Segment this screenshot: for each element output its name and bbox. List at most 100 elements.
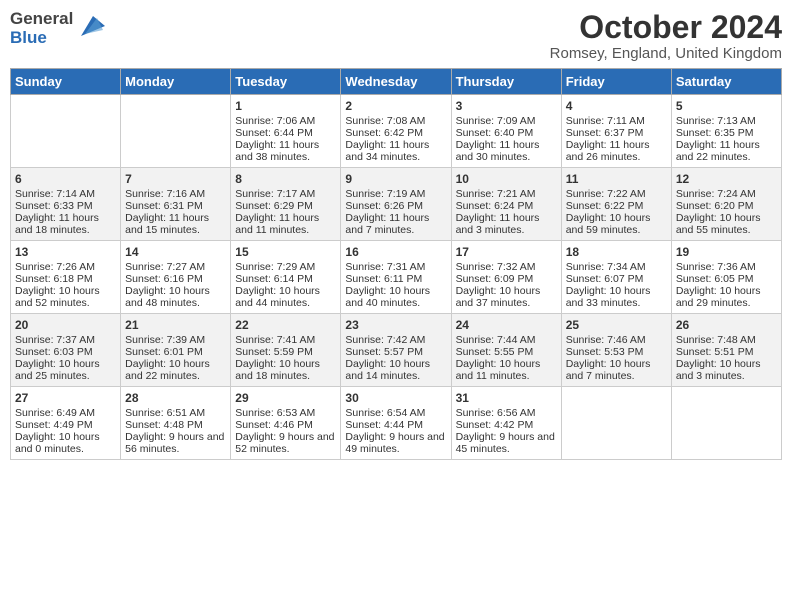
calendar-cell: 28Sunrise: 6:51 AMSunset: 4:48 PMDayligh… bbox=[121, 387, 231, 460]
sunset-text: Sunset: 6:31 PM bbox=[125, 200, 226, 212]
sunrise-text: Sunrise: 7:09 AM bbox=[456, 115, 557, 127]
title-block: October 2024 Romsey, England, United Kin… bbox=[550, 10, 782, 62]
sunrise-text: Sunrise: 7:32 AM bbox=[456, 261, 557, 273]
sunrise-text: Sunrise: 7:24 AM bbox=[676, 188, 777, 200]
sunrise-text: Sunrise: 7:14 AM bbox=[15, 188, 116, 200]
calendar-cell: 5Sunrise: 7:13 AMSunset: 6:35 PMDaylight… bbox=[671, 95, 781, 168]
calendar-cell bbox=[561, 387, 671, 460]
daylight-text: Daylight: 10 hours and 7 minutes. bbox=[566, 358, 667, 382]
col-wednesday: Wednesday bbox=[341, 69, 451, 95]
daylight-text: Daylight: 11 hours and 26 minutes. bbox=[566, 139, 667, 163]
day-number: 23 bbox=[345, 318, 446, 332]
sunrise-text: Sunrise: 7:36 AM bbox=[676, 261, 777, 273]
daylight-text: Daylight: 11 hours and 30 minutes. bbox=[456, 139, 557, 163]
col-monday: Monday bbox=[121, 69, 231, 95]
calendar-cell: 7 Sunrise: 7:16 AMSunset: 6:31 PMDaylight… bbox=[121, 168, 231, 241]
daylight-text: Daylight: 9 hours and 56 minutes. bbox=[125, 431, 226, 455]
day-number: 17 bbox=[456, 245, 557, 259]
calendar-cell: 10Sunrise: 7:21 AMSunset: 6:24 PMDayligh… bbox=[451, 168, 561, 241]
sunset-text: Sunset: 6:11 PM bbox=[345, 273, 446, 285]
sunrise-text: Sunrise: 7:42 AM bbox=[345, 334, 446, 346]
daylight-text: Daylight: 10 hours and 52 minutes. bbox=[15, 285, 116, 309]
daylight-text: Daylight: 11 hours and 7 minutes. bbox=[345, 212, 446, 236]
sunset-text: Sunset: 6:20 PM bbox=[676, 200, 777, 212]
sunset-text: Sunset: 6:16 PM bbox=[125, 273, 226, 285]
daylight-text: Daylight: 10 hours and 59 minutes. bbox=[566, 212, 667, 236]
calendar-cell: 18 Sunrise: 7:34 AMSunset: 6:07 PMDayligh… bbox=[561, 241, 671, 314]
calendar-cell: 23Sunrise: 7:42 AMSunset: 5:57 PMDayligh… bbox=[341, 314, 451, 387]
calendar-cell bbox=[121, 95, 231, 168]
daylight-text: Daylight: 10 hours and 37 minutes. bbox=[456, 285, 557, 309]
col-saturday: Saturday bbox=[671, 69, 781, 95]
daylight-text: Daylight: 9 hours and 52 minutes. bbox=[235, 431, 336, 455]
logo-general: General bbox=[10, 10, 73, 29]
daylight-text: Daylight: 10 hours and 55 minutes. bbox=[676, 212, 777, 236]
calendar-cell: 11Sunrise: 7:22 AMSunset: 6:22 PMDayligh… bbox=[561, 168, 671, 241]
calendar-cell: 16Sunrise: 7:31 AMSunset: 6:11 PMDayligh… bbox=[341, 241, 451, 314]
sunset-text: Sunset: 6:29 PM bbox=[235, 200, 336, 212]
sunrise-text: Sunrise: 7:21 AM bbox=[456, 188, 557, 200]
calendar-cell: 24Sunrise: 7:44 AMSunset: 5:55 PMDayligh… bbox=[451, 314, 561, 387]
col-thursday: Thursday bbox=[451, 69, 561, 95]
sunset-text: Sunset: 6:22 PM bbox=[566, 200, 667, 212]
calendar-cell: 3Sunrise: 7:09 AMSunset: 6:40 PMDaylight… bbox=[451, 95, 561, 168]
sunrise-text: Sunrise: 6:49 AM bbox=[15, 407, 116, 419]
day-number: 7 bbox=[125, 172, 226, 186]
sunset-text: Sunset: 6:42 PM bbox=[345, 127, 446, 139]
sunset-text: Sunset: 6:24 PM bbox=[456, 200, 557, 212]
sunset-text: Sunset: 4:49 PM bbox=[15, 419, 116, 431]
calendar-cell: 12 Sunrise: 7:24 AMSunset: 6:20 PMDayligh… bbox=[671, 168, 781, 241]
day-number: 12 bbox=[676, 172, 777, 186]
calendar-cell: 22Sunrise: 7:41 AMSunset: 5:59 PMDayligh… bbox=[231, 314, 341, 387]
sunrise-text: Sunrise: 6:54 AM bbox=[345, 407, 446, 419]
sunrise-text: Sunrise: 7:11 AM bbox=[566, 115, 667, 127]
day-number: 27 bbox=[15, 391, 116, 405]
sunset-text: Sunset: 6:37 PM bbox=[566, 127, 667, 139]
calendar-cell: 31Sunrise: 6:56 AMSunset: 4:42 PMDayligh… bbox=[451, 387, 561, 460]
calendar-cell: 8Sunrise: 7:17 AMSunset: 6:29 PMDaylight… bbox=[231, 168, 341, 241]
daylight-text: Daylight: 10 hours and 14 minutes. bbox=[345, 358, 446, 382]
page-header: General Blue October 2024 Romsey, Englan… bbox=[10, 10, 782, 62]
day-number: 22 bbox=[235, 318, 336, 332]
day-number: 21 bbox=[125, 318, 226, 332]
month-title: October 2024 bbox=[550, 10, 782, 45]
daylight-text: Daylight: 10 hours and 33 minutes. bbox=[566, 285, 667, 309]
day-number: 1 bbox=[235, 99, 336, 113]
day-number: 18 bbox=[566, 245, 667, 259]
sunset-text: Sunset: 6:09 PM bbox=[456, 273, 557, 285]
sunrise-text: Sunrise: 7:48 AM bbox=[676, 334, 777, 346]
calendar-cell: 13Sunrise: 7:26 AMSunset: 6:18 PMDayligh… bbox=[11, 241, 121, 314]
sunrise-text: Sunrise: 7:13 AM bbox=[676, 115, 777, 127]
calendar-table: Sunday Monday Tuesday Wednesday Thursday… bbox=[10, 68, 782, 460]
sunset-text: Sunset: 4:42 PM bbox=[456, 419, 557, 431]
sunrise-text: Sunrise: 7:06 AM bbox=[235, 115, 336, 127]
daylight-text: Daylight: 11 hours and 15 minutes. bbox=[125, 212, 226, 236]
daylight-text: Daylight: 11 hours and 34 minutes. bbox=[345, 139, 446, 163]
sunrise-text: Sunrise: 7:16 AM bbox=[125, 188, 226, 200]
sunset-text: Sunset: 4:44 PM bbox=[345, 419, 446, 431]
logo-bird-icon bbox=[75, 12, 105, 40]
col-sunday: Sunday bbox=[11, 69, 121, 95]
daylight-text: Daylight: 10 hours and 3 minutes. bbox=[676, 358, 777, 382]
day-number: 4 bbox=[566, 99, 667, 113]
sunset-text: Sunset: 6:01 PM bbox=[125, 346, 226, 358]
daylight-text: Daylight: 10 hours and 48 minutes. bbox=[125, 285, 226, 309]
daylight-text: Daylight: 11 hours and 18 minutes. bbox=[15, 212, 116, 236]
sunset-text: Sunset: 6:14 PM bbox=[235, 273, 336, 285]
sunrise-text: Sunrise: 7:29 AM bbox=[235, 261, 336, 273]
day-number: 24 bbox=[456, 318, 557, 332]
sunset-text: Sunset: 6:07 PM bbox=[566, 273, 667, 285]
daylight-text: Daylight: 10 hours and 18 minutes. bbox=[235, 358, 336, 382]
daylight-text: Daylight: 10 hours and 29 minutes. bbox=[676, 285, 777, 309]
calendar-cell: 15Sunrise: 7:29 AMSunset: 6:14 PMDayligh… bbox=[231, 241, 341, 314]
daylight-text: Daylight: 11 hours and 38 minutes. bbox=[235, 139, 336, 163]
daylight-text: Daylight: 10 hours and 11 minutes. bbox=[456, 358, 557, 382]
calendar-cell: 14Sunrise: 7:27 AMSunset: 6:16 PMDayligh… bbox=[121, 241, 231, 314]
daylight-text: Daylight: 11 hours and 3 minutes. bbox=[456, 212, 557, 236]
day-number: 16 bbox=[345, 245, 446, 259]
daylight-text: Daylight: 10 hours and 44 minutes. bbox=[235, 285, 336, 309]
sunrise-text: Sunrise: 7:17 AM bbox=[235, 188, 336, 200]
sunrise-text: Sunrise: 7:34 AM bbox=[566, 261, 667, 273]
daylight-text: Daylight: 11 hours and 22 minutes. bbox=[676, 139, 777, 163]
sunset-text: Sunset: 6:18 PM bbox=[15, 273, 116, 285]
